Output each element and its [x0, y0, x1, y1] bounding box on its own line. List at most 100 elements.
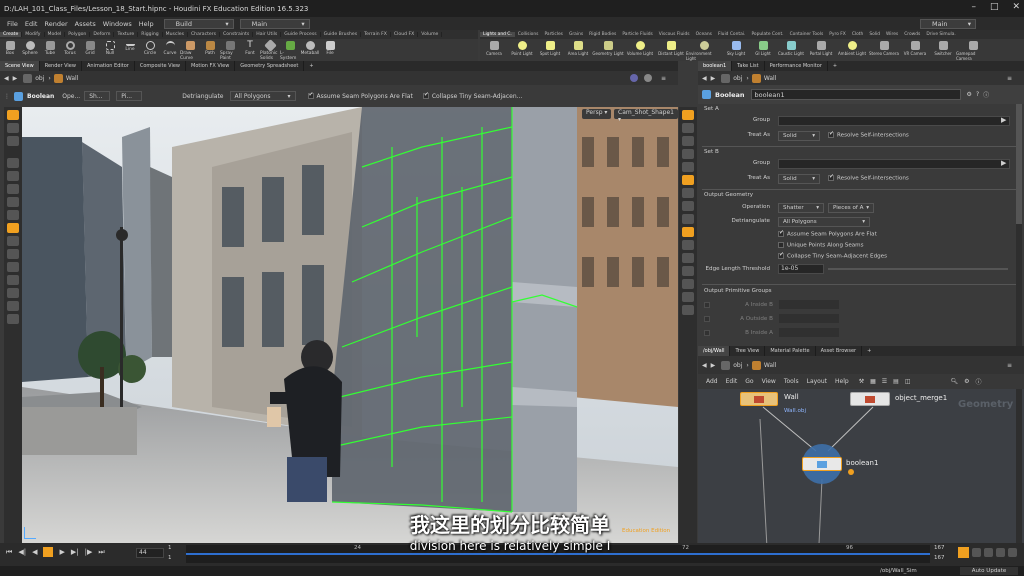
set-b-treat-select[interactable]: Solid ▾: [778, 174, 820, 184]
pieces-select[interactable]: Pi...: [116, 91, 143, 101]
sound-icon[interactable]: [972, 548, 981, 557]
set-b-resolve-checkbox[interactable]: [828, 173, 834, 181]
play-icon[interactable]: ▶: [59, 548, 64, 556]
global-anim-icon[interactable]: [996, 548, 1005, 557]
font-tool[interactable]: T Font: [240, 39, 260, 61]
tab-tree-view[interactable]: Tree View: [730, 346, 766, 356]
close-icon[interactable]: ✕: [1012, 2, 1020, 12]
start-frame-label[interactable]: 1: [168, 545, 172, 551]
scene-viewport[interactable]: Persp ▾ Cam_Shot_Shape1 ▾ Education Edit…: [22, 107, 678, 543]
path-obj[interactable]: obj: [733, 75, 742, 82]
persp-view-button[interactable]: Persp ▾: [582, 109, 612, 119]
shelf-tab[interactable]: Terrain FX: [361, 32, 391, 37]
shelf-tab[interactable]: Rigging: [138, 32, 163, 37]
tab-scene-view[interactable]: Scene View: [0, 61, 40, 71]
pane-menu-icon[interactable]: ≡: [661, 75, 666, 82]
shelf-tab[interactable]: Pyro FX: [826, 32, 849, 37]
assume-seam-checkbox[interactable]: [307, 91, 314, 99]
net-menu-help[interactable]: Help: [835, 378, 849, 385]
safe-area-icon[interactable]: [682, 201, 694, 211]
shelf-tab[interactable]: Modify: [22, 32, 45, 37]
desktop-select[interactable]: Build ▾: [163, 18, 234, 29]
stop-icon[interactable]: [43, 547, 54, 557]
wireframe-icon[interactable]: [682, 149, 694, 159]
back-arrow-icon[interactable]: ◀: [702, 362, 707, 369]
path-tool[interactable]: Path: [200, 39, 220, 61]
path-obj[interactable]: obj: [733, 362, 742, 369]
vertex-icon[interactable]: [682, 266, 694, 276]
points-mode-icon[interactable]: [7, 288, 19, 298]
collapse-tiny-checkbox[interactable]: [422, 91, 429, 99]
shelf-tab[interactable]: Viscous Fluids: [656, 32, 693, 37]
unique-points-checkbox[interactable]: [778, 242, 784, 248]
parm-scrollbar-thumb[interactable]: [1016, 104, 1022, 224]
switcher-tool[interactable]: Switcher: [930, 39, 956, 61]
set-a-arrow-icon[interactable]: ▶: [1001, 116, 1006, 124]
edge-length-input[interactable]: 1e-05: [778, 264, 824, 274]
camera-select-button[interactable]: Cam_Shot_Shape1 ▾: [614, 109, 678, 123]
menu-windows[interactable]: Windows: [103, 20, 132, 28]
boolean-node[interactable]: [802, 457, 842, 471]
shelf-tab[interactable]: Solid: [866, 32, 883, 37]
forward-arrow-icon[interactable]: ▶: [711, 362, 716, 369]
set-a-resolve-checkbox[interactable]: [828, 130, 834, 138]
start-frame-label-2[interactable]: 1: [168, 555, 172, 561]
area-light-tool[interactable]: Area Light: [564, 39, 592, 61]
tab-render-view[interactable]: Render View: [40, 61, 82, 71]
assume-seam-checkbox[interactable]: [778, 229, 784, 237]
menu-help[interactable]: Help: [139, 20, 154, 28]
shelf-tab[interactable]: Populate Cont.: [748, 32, 786, 37]
end-frame-label-2[interactable]: 167: [934, 555, 945, 561]
shelf-tab[interactable]: Grains: [566, 32, 586, 37]
network-editor[interactable]: Geometry Wall Wall.obj object_merge1 boo…: [698, 389, 1024, 566]
volume-light-tool[interactable]: Volume Light: [624, 39, 656, 61]
set-a-group-input[interactable]: [778, 116, 1010, 126]
drag-handle-icon[interactable]: ⋮: [4, 93, 10, 100]
a-outside-b-checkbox[interactable]: [704, 315, 710, 322]
rotate-tool-icon[interactable]: [7, 136, 19, 146]
view-tool-icon[interactable]: [7, 184, 19, 194]
ghost-icon[interactable]: [682, 162, 694, 172]
move-tool-icon[interactable]: [7, 123, 19, 133]
net-info-icon[interactable]: ⓘ: [976, 377, 982, 386]
shelf-tab[interactable]: Polygon: [65, 32, 91, 37]
magnet-icon[interactable]: [7, 236, 19, 246]
net-settings-icon[interactable]: ⚙: [964, 378, 969, 385]
shelf-tab[interactable]: Model: [45, 32, 66, 37]
network-scrollbar[interactable]: [1016, 389, 1022, 566]
shelf-tab[interactable]: Hair Utils: [253, 32, 282, 37]
layout-icon[interactable]: ◫: [905, 378, 911, 385]
current-frame-field[interactable]: 44: [136, 548, 164, 558]
shading-icon[interactable]: [682, 136, 694, 146]
shelf-tab[interactable]: Texture: [114, 32, 139, 37]
grid-tool[interactable]: Grid: [80, 39, 100, 61]
set-b-arrow-icon[interactable]: ▶: [1001, 159, 1006, 167]
platonic-solids-tool[interactable]: Platonic Solids: [260, 39, 280, 61]
pin-icon[interactable]: [630, 74, 638, 82]
pane-menu-icon[interactable]: ≡: [1007, 362, 1012, 369]
shelf-tab[interactable]: Container Tools: [787, 32, 827, 37]
step-forward-icon[interactable]: ▶|: [71, 548, 79, 556]
shelf-tab[interactable]: Fluid Contai.: [715, 32, 749, 37]
b-inside-a-input[interactable]: [779, 328, 839, 337]
edge-length-slider[interactable]: [828, 268, 1008, 270]
next-key-icon[interactable]: |▶: [85, 548, 93, 556]
spot-light-tool[interactable]: Spot Light: [536, 39, 564, 61]
tab-composite-view[interactable]: Composite View: [135, 61, 186, 71]
back-arrow-icon[interactable]: ◀: [702, 75, 707, 82]
a-inside-b-input[interactable]: [779, 300, 839, 309]
shelf-tab[interactable]: Oceans: [693, 32, 715, 37]
null-tool[interactable]: Null: [100, 39, 120, 61]
paint-icon[interactable]: [7, 262, 19, 272]
cache-icon[interactable]: [1008, 548, 1017, 557]
tab-motion-fx-view[interactable]: Motion FX View: [186, 61, 236, 71]
draw-curve-tool[interactable]: Draw Curve: [180, 39, 200, 61]
first-frame-icon[interactable]: ⏮: [6, 548, 12, 557]
table-view-icon[interactable]: ▤: [893, 378, 899, 385]
sky-light-tool[interactable]: Sky Light: [722, 39, 750, 61]
shelf-tab[interactable]: Guide Process: [281, 32, 321, 37]
camera-tool[interactable]: Camera: [480, 39, 508, 61]
path-node[interactable]: Wall: [764, 75, 777, 82]
lasso-icon[interactable]: [7, 249, 19, 259]
brush-tool-icon[interactable]: [7, 197, 19, 207]
